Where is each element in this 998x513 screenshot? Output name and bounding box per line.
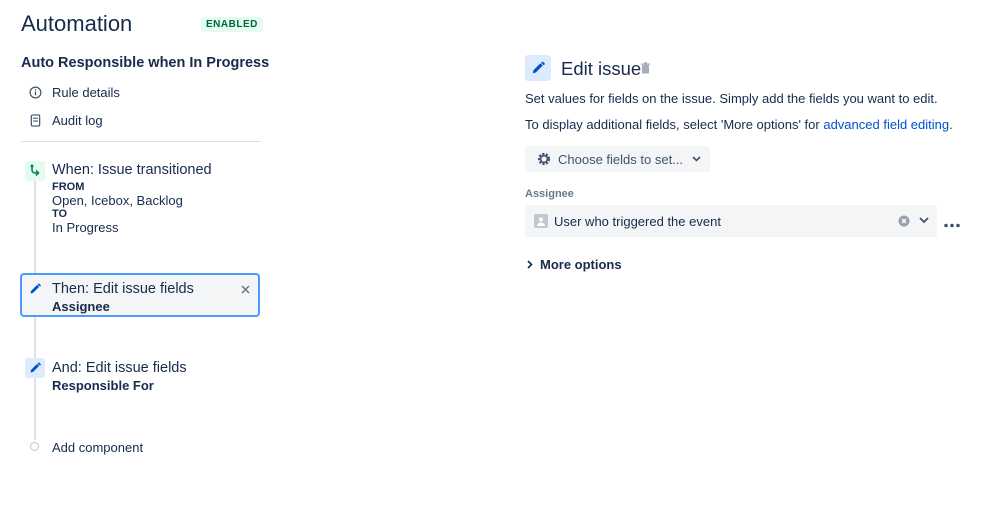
- audit-log-label: Audit log: [52, 113, 103, 128]
- from-value: Open, Icebox, Backlog: [52, 193, 183, 208]
- trigger-title: When: Issue transitioned: [52, 162, 212, 178]
- chevron-down-icon: [692, 156, 701, 162]
- pencil-icon: [25, 279, 45, 299]
- pencil-icon: [525, 55, 551, 81]
- trash-icon[interactable]: [640, 61, 651, 79]
- action2-card[interactable]: And: Edit issue fields Responsible For: [52, 360, 187, 393]
- action1-subtitle: Assignee: [52, 299, 110, 314]
- assignee-label: Assignee: [525, 188, 574, 200]
- advanced-field-editing-link[interactable]: advanced field editing: [823, 117, 949, 132]
- rule-details-link[interactable]: Rule details: [28, 85, 120, 100]
- pencil-icon: [25, 358, 45, 378]
- to-label: TO: [52, 208, 68, 220]
- page-title: Automation: [21, 11, 133, 36]
- gear-icon: [536, 151, 552, 167]
- add-component-link[interactable]: Add component: [52, 440, 143, 455]
- trigger-card[interactable]: When: Issue transitioned FROM Open, Iceb…: [52, 162, 212, 235]
- add-component-dot: [30, 442, 39, 451]
- more-fields-text: To display additional fields, select 'Mo…: [525, 117, 953, 132]
- divider: [21, 141, 261, 142]
- document-icon: [28, 114, 42, 128]
- more-options-toggle[interactable]: More options: [527, 257, 622, 272]
- more-icon[interactable]: [944, 215, 960, 233]
- action2-subtitle: Responsible For: [52, 378, 154, 393]
- status-badge: ENABLED: [201, 17, 263, 32]
- clear-icon[interactable]: [898, 215, 910, 227]
- rule-details-label: Rule details: [52, 85, 120, 100]
- chevron-down-icon[interactable]: [919, 217, 929, 224]
- editor-title: Edit issue: [561, 58, 642, 79]
- action1-title: Then: Edit issue fields: [52, 281, 194, 297]
- action1-content: Then: Edit issue fields Assignee: [52, 281, 194, 314]
- choose-fields-button[interactable]: Choose fields to set...: [525, 146, 710, 172]
- user-avatar-icon: [534, 214, 548, 228]
- from-label: FROM: [52, 181, 85, 193]
- branch-icon: [25, 161, 45, 181]
- audit-log-link[interactable]: Audit log: [28, 113, 103, 128]
- editor-description: Set values for fields on the issue. Simp…: [525, 91, 938, 106]
- chevron-right-icon: [527, 260, 533, 269]
- more-fields-suffix: .: [949, 117, 953, 132]
- action2-title: And: Edit issue fields: [52, 360, 187, 376]
- more-fields-prefix: To display additional fields, select 'Mo…: [525, 117, 824, 132]
- close-icon[interactable]: [240, 282, 251, 300]
- more-options-label: More options: [540, 257, 622, 272]
- assignee-value: User who triggered the event: [554, 213, 721, 229]
- info-icon: [28, 86, 42, 100]
- to-value: In Progress: [52, 220, 119, 235]
- rule-name: Auto Responsible when In Progress: [21, 55, 270, 71]
- assignee-select[interactable]: User who triggered the event: [525, 205, 937, 237]
- choose-fields-label: Choose fields to set...: [558, 151, 684, 167]
